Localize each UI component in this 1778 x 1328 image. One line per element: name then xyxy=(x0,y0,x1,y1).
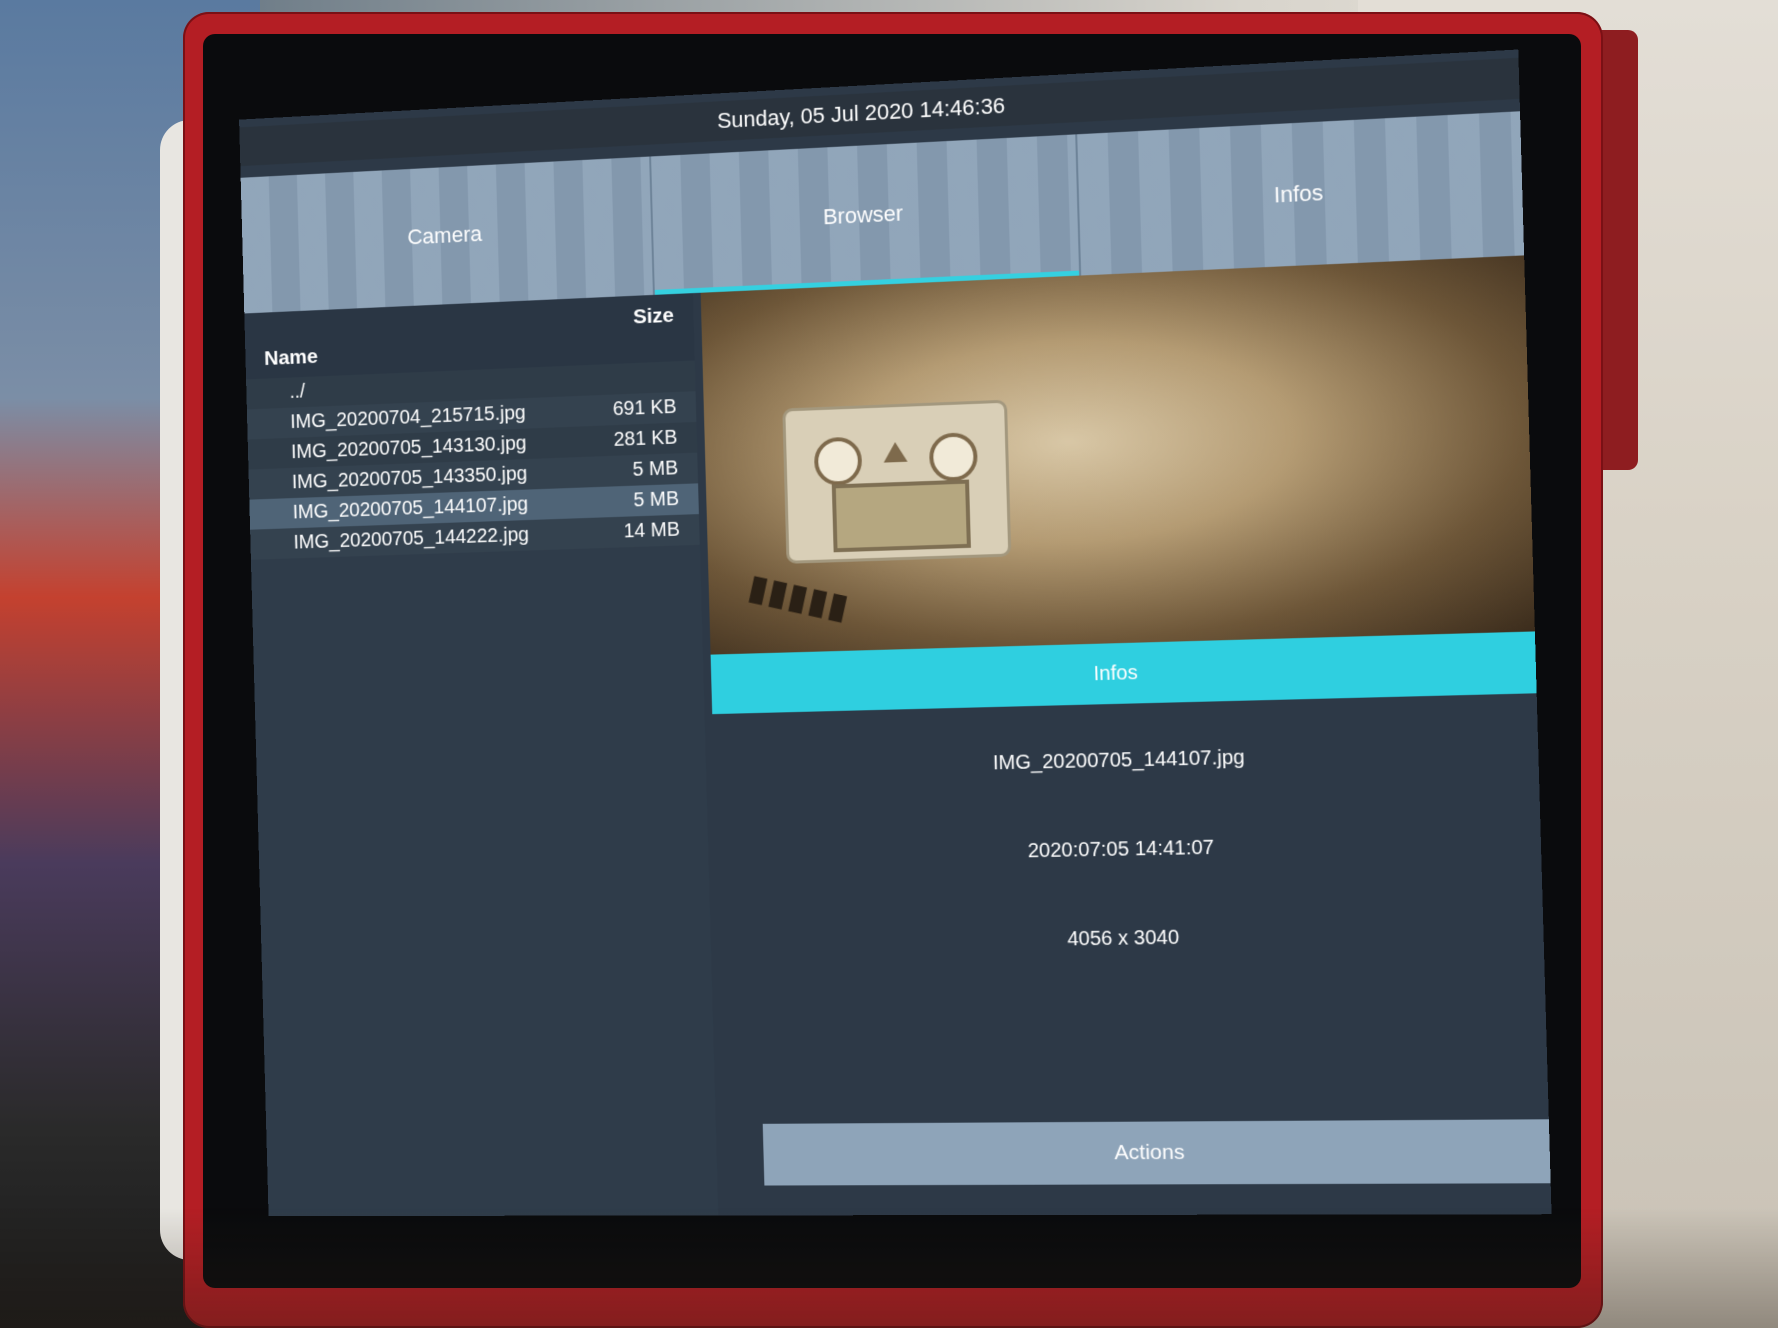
robot-eye-right xyxy=(928,432,979,482)
file-size: 14 MB xyxy=(623,518,681,543)
tab-infos[interactable]: Infos xyxy=(1077,111,1525,276)
table-surface xyxy=(0,1208,1778,1328)
file-name: ../ xyxy=(289,380,306,403)
robot-nose xyxy=(883,441,908,463)
file-size: 281 KB xyxy=(613,426,678,451)
info-filename: IMG_20200705_144107.jpg xyxy=(992,746,1246,775)
details-pane: ▮▮▮▮▮ Infos IMG_20200705_144107.jpg 2020… xyxy=(692,255,1552,1216)
file-size: 5 MB xyxy=(632,457,679,481)
file-list-pane: Name Size ../ IMG_20200704_215715.jpg 69… xyxy=(244,293,719,1217)
image-preview[interactable]: ▮▮▮▮▮ xyxy=(700,255,1535,655)
info-date: 2020:07:05 14:41:07 xyxy=(1027,836,1215,863)
file-table-body: ../ IMG_20200704_215715.jpg 691 KB IMG_2… xyxy=(246,360,700,560)
file-size: 5 MB xyxy=(633,488,680,512)
robot-eye-left xyxy=(813,436,863,487)
app-screen: Sunday, 05 Jul 2020 14:46:36 Camera Brow… xyxy=(239,49,1552,1217)
info-resolution: 4056 x 3040 xyxy=(1067,926,1180,951)
actions-button[interactable]: Actions xyxy=(762,1119,1551,1186)
preview-magazine-cover: ▮▮▮▮▮ xyxy=(745,567,854,627)
tab-camera[interactable]: Camera xyxy=(240,156,655,314)
column-header-size[interactable]: Size xyxy=(633,304,674,330)
robot-screen xyxy=(831,479,971,553)
column-header-name[interactable]: Name xyxy=(264,345,318,371)
tab-browser[interactable]: Browser xyxy=(650,134,1082,295)
file-size: 691 KB xyxy=(612,395,677,421)
preview-robot-figure xyxy=(782,399,1012,564)
